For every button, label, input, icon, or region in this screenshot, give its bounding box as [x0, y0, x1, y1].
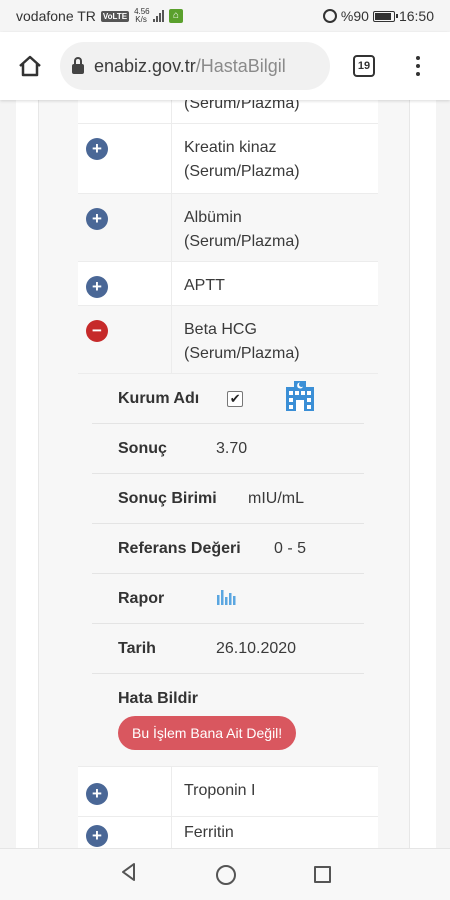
referans-label: Referans Değeri [118, 539, 241, 557]
expand-button[interactable]: + [86, 825, 108, 847]
toggle-cell: + [78, 124, 172, 193]
battery-percent: %90 [340, 8, 369, 24]
url-host: enabiz.gov.tr [94, 55, 196, 76]
expand-button[interactable]: + [86, 138, 108, 160]
test-name: Beta HCG (Serum/Plazma) [184, 321, 300, 362]
hospital-building-icon [286, 381, 315, 411]
toggle-cell: + [78, 262, 172, 305]
bar-chart-icon [217, 590, 236, 605]
browser-toolbar: enabiz.gov.tr/HastaBilgil 19 [0, 32, 450, 100]
lock-icon [72, 56, 84, 74]
tab-count: 19 [353, 55, 375, 77]
carrier-name: vodafone TR [16, 8, 96, 24]
toggle-cell [78, 100, 172, 123]
tab-switcher-button[interactable]: 19 [330, 32, 398, 100]
status-left: vodafone TR VoLTE 4.56 K/s ⌂ [16, 8, 184, 24]
rapor-label: Rapor [118, 589, 165, 607]
home-icon [19, 55, 41, 77]
recent-apps-button[interactable] [314, 866, 332, 883]
detail-row-tarih: Tarih 26.10.2020 [92, 624, 364, 674]
test-name: Kreatin kinaz (Serum/Plazma) [184, 139, 300, 180]
birim-label: Sonuç Birimi [118, 489, 217, 507]
detail-row-kurum: Kurum Adı ✔ [92, 374, 364, 424]
battery-icon [372, 10, 398, 22]
report-error-button[interactable]: Bu İşlem Bana Ait Değil! [118, 716, 297, 750]
home-circle-button[interactable] [216, 864, 237, 885]
report-chart-icon[interactable] [216, 587, 236, 610]
detail-row-rapor: Rapor [92, 574, 364, 624]
app-notification-icon: ⌂ [169, 9, 184, 23]
menu-dot-icon [416, 56, 420, 60]
menu-dot-icon [416, 72, 420, 76]
net-speed: 4.56 K/s [134, 8, 150, 24]
toggle-cell: − [78, 306, 172, 373]
battery-fill [374, 12, 392, 20]
toggle-cell: + [78, 194, 172, 261]
detail-row-birim: Sonuç Birimi mIU/mL [92, 474, 364, 524]
tarih-label: Tarih [118, 639, 156, 657]
tarih-value: 26.10.2020 [216, 639, 297, 657]
expand-button[interactable]: + [86, 208, 108, 230]
test-detail-panel: Kurum Adı ✔ Sonuç 3.70 Sonuç Birimi mIU/… [78, 374, 378, 767]
detail-row-sonuc: Sonuç 3.70 [92, 424, 364, 474]
hata-label: Hata Bildir [118, 690, 199, 707]
status-bar: vodafone TR VoLTE 4.56 K/s ⌂ %90 16:50 [0, 0, 450, 32]
expand-button[interactable]: + [86, 783, 108, 805]
alarm-icon [322, 9, 337, 23]
clock: 16:50 [398, 8, 434, 24]
hata-bildir-section: Hata Bildir Bu İşlem Bana Ait Değil! [92, 674, 364, 766]
test-name: Troponin I [184, 782, 256, 799]
address-bar[interactable]: enabiz.gov.tr/HastaBilgil [60, 42, 330, 90]
referans-value: 0 - 5 [274, 539, 307, 557]
table-row: (Serum/Plazma) [78, 100, 378, 124]
table-row: + Ferritin [78, 817, 378, 848]
hospital-icon[interactable] [283, 379, 317, 418]
kurum-label: Kurum Adı [118, 389, 200, 407]
table-row: + Troponin I [78, 767, 378, 817]
back-button[interactable] [119, 862, 139, 887]
test-name: APTT [184, 277, 225, 294]
sonuc-value: 3.70 [216, 439, 248, 457]
table-row: − Beta HCG (Serum/Plazma) [78, 306, 378, 374]
back-triangle-icon [121, 863, 135, 881]
menu-dot-icon [416, 64, 420, 68]
sonuc-label: Sonuç [118, 439, 167, 457]
toggle-cell: + [78, 767, 172, 816]
status-right: %90 16:50 [322, 8, 434, 24]
overflow-menu-button[interactable] [398, 32, 438, 100]
toggle-cell: + [78, 817, 172, 848]
system-nav-bar [0, 848, 450, 900]
table-row: + Albümin (Serum/Plazma) [78, 194, 378, 262]
net-speed-unit: K/s [135, 15, 147, 24]
table-row: + APTT [78, 262, 378, 306]
lab-results-table: (Serum/Plazma) + Kreatin kinaz (Serum/Pl… [78, 100, 378, 848]
birim-value: mIU/mL [248, 489, 304, 507]
collapse-button[interactable]: − [86, 320, 108, 342]
test-name: Albümin (Serum/Plazma) [184, 209, 300, 250]
test-name: Ferritin [184, 824, 234, 841]
volte-badge: VoLTE [100, 10, 130, 22]
url-text: enabiz.gov.tr/HastaBilgil [94, 56, 286, 77]
test-name: (Serum/Plazma) [184, 100, 300, 112]
home-button[interactable] [0, 32, 60, 100]
expand-button[interactable]: + [86, 276, 108, 298]
signal-icon [153, 10, 165, 22]
table-row: + Kreatin kinaz (Serum/Plazma) [78, 124, 378, 194]
url-path: /HastaBilgil [195, 55, 286, 76]
kurum-checkbox[interactable]: ✔ [227, 390, 244, 407]
page-content: (Serum/Plazma) + Kreatin kinaz (Serum/Pl… [0, 100, 450, 848]
detail-row-referans: Referans Değeri 0 - 5 [92, 524, 364, 574]
